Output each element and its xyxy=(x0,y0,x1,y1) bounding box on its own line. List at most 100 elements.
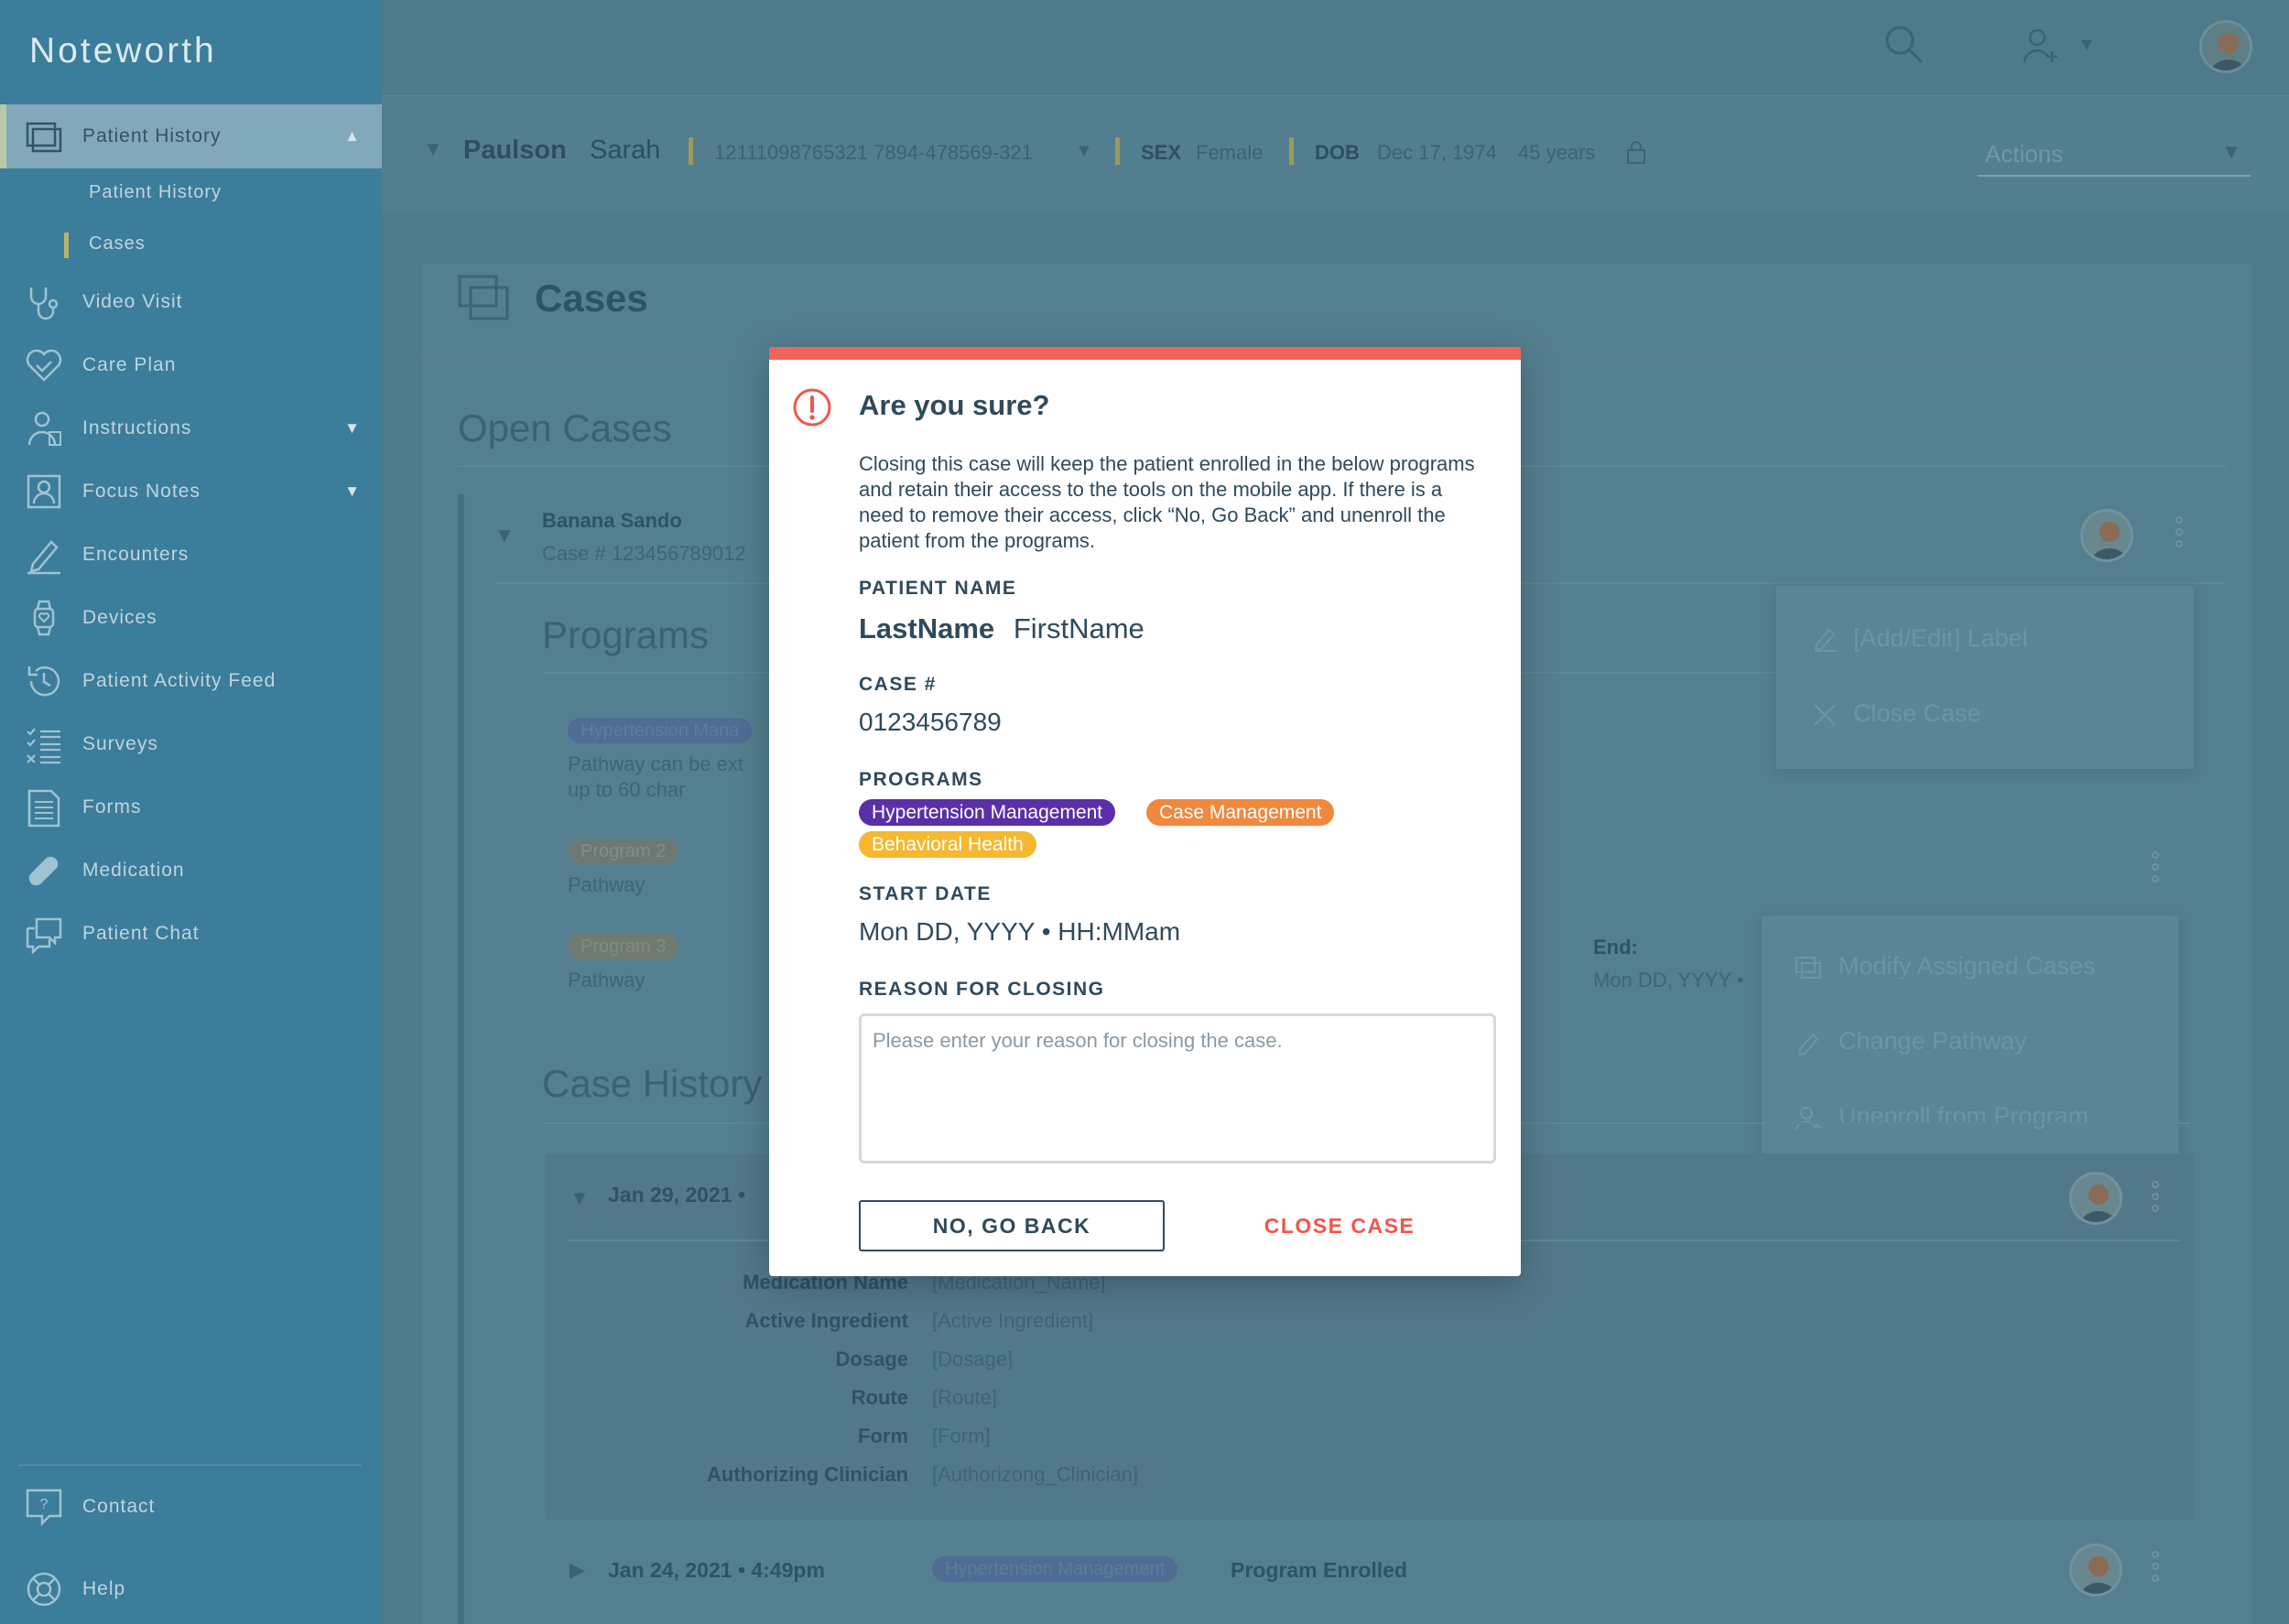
field-label: Form xyxy=(858,1424,908,1447)
chevron-up-icon[interactable]: ▲ xyxy=(344,127,360,146)
history-more-menu-icon[interactable] xyxy=(2152,1181,2161,1217)
sidebar-subitem-cases[interactable]: Cases xyxy=(89,233,146,254)
sex-value: Female xyxy=(1196,141,1264,164)
field-label: Active Ingredient xyxy=(744,1309,908,1332)
program-tag-case-management: Case Management xyxy=(1146,799,1335,826)
chevron-down-icon[interactable]: ▼ xyxy=(344,419,360,438)
sidebar-item-label: Forms xyxy=(82,796,142,817)
case-more-menu-icon[interactable] xyxy=(2175,516,2185,552)
top-bar: ▼ xyxy=(382,0,2289,95)
menu-item-modify-assigned-cases[interactable]: Modify Assigned Cases xyxy=(1839,952,2096,980)
field-value: [Authorizong_Clinician] xyxy=(932,1463,1139,1486)
sidebar-item-contact[interactable]: ? Contact xyxy=(0,1479,382,1534)
sidebar-item-label: Patient Chat xyxy=(82,923,200,944)
history-more-menu-icon[interactable] xyxy=(2152,1551,2161,1586)
active-subitem-marker xyxy=(64,233,69,258)
person-card-icon xyxy=(27,474,61,509)
sidebar-item-label: Patient History xyxy=(82,125,222,146)
history-date: Jan 29, 2021 • xyxy=(608,1183,745,1207)
program-tag-hypertension: Hypertension Management xyxy=(859,799,1116,826)
dialog-message: Closing this case will keep the patient … xyxy=(859,452,1475,552)
unenroll-icon xyxy=(1795,1107,1821,1131)
modify-cases-icon xyxy=(1795,957,1821,979)
menu-item-edit-label[interactable]: [Add/Edit] Label xyxy=(1853,624,2028,653)
sidebar-item-patient-history-row[interactable]: Patient History ▲ xyxy=(0,109,382,164)
lifebuoy-icon xyxy=(27,1572,61,1607)
chevron-down-icon[interactable]: ▼ xyxy=(344,482,360,501)
case-owner-avatar[interactable] xyxy=(2080,509,2133,562)
sidebar-item-focus-notes[interactable]: Focus Notes ▼ xyxy=(0,464,382,519)
dialog-accent-bar xyxy=(769,347,1521,360)
program-context-menu: Modify Assigned Cases Change Pathway Une… xyxy=(1762,915,2179,1177)
program-pathway-note: up to 60 char xyxy=(568,778,686,801)
no-go-back-button[interactable]: NO, GO BACK xyxy=(859,1200,1165,1251)
patient-last-name: LastName xyxy=(859,612,995,644)
sidebar-item-help[interactable]: Help xyxy=(0,1562,382,1617)
menu-item-change-pathway[interactable]: Change Pathway xyxy=(1839,1027,2027,1056)
help-bubble-icon: ? xyxy=(26,1489,62,1527)
history-avatar[interactable] xyxy=(2069,1172,2122,1225)
sidebar-item-label: Video Visit xyxy=(82,291,183,312)
sidebar-item-label: Encounters xyxy=(82,544,190,565)
edit-label-icon xyxy=(1814,628,1837,652)
sidebar-item-video-visit[interactable]: Video Visit xyxy=(0,275,382,330)
sidebar-divider xyxy=(18,1465,362,1466)
actions-dropdown[interactable]: Actions ▼ xyxy=(1978,133,2251,177)
programs-label: PROGRAMS xyxy=(859,769,983,790)
alert-icon xyxy=(793,388,831,427)
sidebar-item-label: Focus Notes xyxy=(82,481,201,502)
sidebar-item-instructions[interactable]: Instructions ▼ xyxy=(0,401,382,456)
program-pathway: Pathway xyxy=(568,969,645,991)
page-title: Cases xyxy=(535,276,648,319)
case-number-value: 0123456789 xyxy=(859,708,1002,736)
sidebar-item-medication[interactable]: Medication xyxy=(0,843,382,898)
pill-icon xyxy=(28,856,59,886)
avatar-person-icon xyxy=(2210,33,2247,70)
separator xyxy=(689,137,693,165)
history-date: Jan 24, 2021 • 4:49pm xyxy=(608,1558,825,1582)
add-user-icon[interactable] xyxy=(2021,26,2061,66)
field-value: [Route] xyxy=(932,1386,997,1409)
ids-dropdown-icon[interactable]: ▼ xyxy=(1075,141,1093,162)
patient-ids: 12111098765321 7894-478569-321 xyxy=(714,141,1033,164)
program-tag: Program 3 xyxy=(568,934,679,959)
patient-first-name: Sarah xyxy=(590,135,661,165)
dob-label: DOB xyxy=(1315,141,1360,164)
field-value: [Active Ingredient] xyxy=(932,1309,1094,1332)
checklist-icon xyxy=(27,728,60,764)
sidebar-item-patient-activity-feed[interactable]: Patient Activity Feed xyxy=(0,654,382,709)
case-number-label: CASE # xyxy=(859,674,937,695)
sidebar-item-patient-chat[interactable]: Patient Chat xyxy=(0,906,382,961)
sidebar-subitem-patient-history[interactable]: Patient History xyxy=(89,182,222,203)
menu-item-unenroll[interactable]: Unenroll from Program xyxy=(1839,1102,2088,1131)
sidebar-item-encounters[interactable]: Encounters xyxy=(0,527,382,582)
lock-icon xyxy=(1627,141,1645,164)
sidebar-item-surveys[interactable]: Surveys xyxy=(0,717,382,772)
sidebar-item-label: Instructions xyxy=(82,417,192,438)
sidebar-item-devices[interactable]: Devices xyxy=(0,590,382,645)
sidebar-item-label: Surveys xyxy=(82,733,158,754)
age-value: 45 years xyxy=(1518,141,1596,164)
user-avatar[interactable] xyxy=(2199,20,2252,73)
program-pathway: Pathway xyxy=(568,873,645,896)
chevron-down-icon[interactable]: ▼ xyxy=(2077,35,2096,56)
close-icon xyxy=(1814,704,1836,726)
history-avatar[interactable] xyxy=(2069,1543,2122,1597)
expand-toggle-icon[interactable]: ▼ xyxy=(494,524,515,547)
monitor-icon xyxy=(26,122,62,153)
sidebar-item-forms[interactable]: Forms xyxy=(0,780,382,835)
collapse-toggle-icon[interactable]: ▼ xyxy=(423,137,443,161)
close-case-button[interactable]: CLOSE CASE xyxy=(1187,1200,1492,1251)
history-icon xyxy=(27,666,60,697)
expand-toggle-icon[interactable]: ▶ xyxy=(570,1558,585,1582)
menu-item-close-case[interactable]: Close Case xyxy=(1853,699,1981,728)
document-icon xyxy=(27,789,60,828)
end-value: Mon DD, YYYY • xyxy=(1593,969,1744,991)
program-more-menu-icon[interactable] xyxy=(2152,851,2161,887)
sidebar-item-care-plan[interactable]: Care Plan xyxy=(0,338,382,393)
sidebar-item-label: Medication xyxy=(82,860,185,881)
case-context-menu: [Add/Edit] Label Close Case xyxy=(1776,586,2194,769)
reason-textarea[interactable] xyxy=(859,1013,1496,1164)
expand-toggle-icon[interactable]: ▼ xyxy=(570,1186,590,1210)
search-icon[interactable] xyxy=(1883,24,1926,66)
